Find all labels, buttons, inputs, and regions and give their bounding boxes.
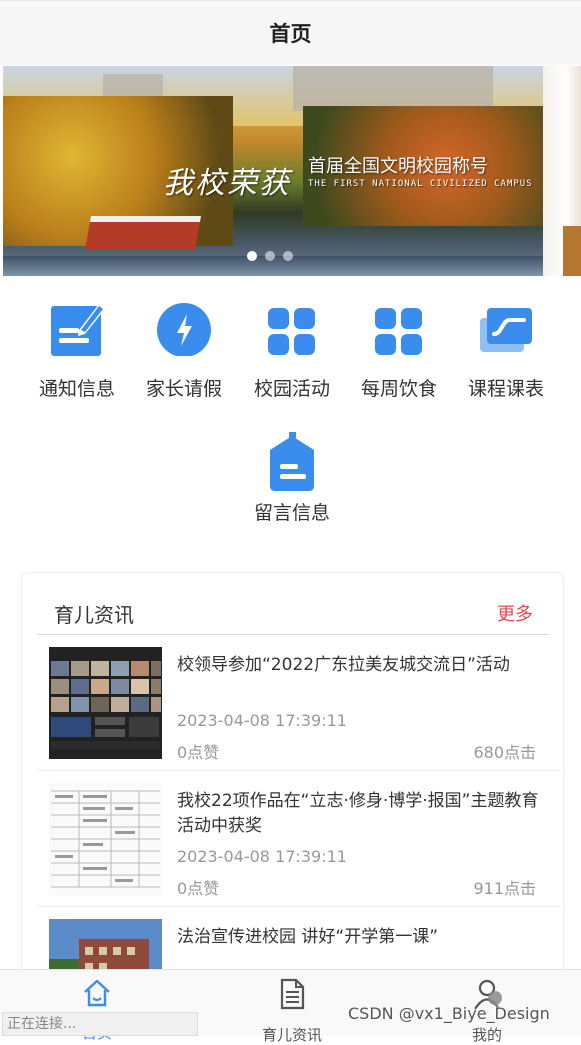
more-link[interactable]: 更多 <box>497 600 533 626</box>
carousel-indicators[interactable] <box>0 251 540 261</box>
news-thumbnail <box>49 783 162 895</box>
news-clicks: 680点击 <box>473 743 536 762</box>
menu-item-leave[interactable]: 家长请假 <box>134 300 234 401</box>
grid-icon <box>371 300 427 356</box>
grid-icon <box>264 300 320 356</box>
section-title: 育儿资讯 <box>54 603 134 627</box>
connection-status: 正在连接... <box>2 1012 198 1036</box>
page-title: 首页 <box>0 0 581 65</box>
menu-item-label: 每周饮食 <box>360 378 437 400</box>
news-thumbnail <box>49 647 162 759</box>
banner-slogan-en: THE FIRST NATIONAL CIVILIZED CAMPUS <box>308 179 533 189</box>
chart-card-icon <box>478 300 534 356</box>
menu-item-messages[interactable]: 留言信息 <box>242 430 342 525</box>
message-tag-icon <box>264 430 320 491</box>
carousel-dot[interactable] <box>265 251 275 261</box>
menu-item-label: 课程课表 <box>467 378 544 400</box>
banner-slogan-sub: 首届全国文明校园称号 <box>308 156 488 177</box>
news-title: 校领导参加“2022广东拉美友城交流日”活动 <box>177 655 510 675</box>
news-date: 2023-04-08 17:39:11 <box>177 711 347 730</box>
banner-building <box>293 66 493 111</box>
news-likes: 0点赞 <box>177 879 220 898</box>
menu-item-schedule[interactable]: 课程课表 <box>456 300 556 401</box>
menu-item-label: 通知信息 <box>38 378 115 400</box>
menu-item-meals[interactable]: 每周饮食 <box>349 300 449 401</box>
banner-pavilion <box>85 216 201 250</box>
news-title: 我校22项作品在“立志·修身·博学·报国”主题教育活动中获奖 <box>177 791 539 836</box>
banner-next-slide-edge <box>543 66 581 276</box>
watermark: CSDN @vx1_Biye_Design <box>348 1004 550 1023</box>
news-title: 法治宣传进校园 讲好“开学第一课” <box>177 927 439 947</box>
carousel-dot[interactable] <box>247 251 257 261</box>
menu-item-label: 家长请假 <box>145 378 222 400</box>
news-likes: 0点赞 <box>177 743 220 762</box>
parenting-news-panel: 育儿资讯 更多 校领导参加“2022广东拉美友城交流日”活动 2023-04-0… <box>21 572 564 1031</box>
news-clicks: 911点击 <box>473 879 536 898</box>
menu-item-activities[interactable]: 校园活动 <box>242 300 342 401</box>
carousel-dot[interactable] <box>283 251 293 261</box>
news-date: 2023-04-08 17:39:11 <box>177 847 347 866</box>
banner-slogan: 我校荣获 <box>163 166 291 201</box>
edit-note-icon <box>49 300 105 356</box>
menu-item-label: 校园活动 <box>253 378 330 400</box>
lightning-icon <box>156 300 212 357</box>
banner-carousel[interactable]: 我校荣获 首届全国文明校园称号 THE FIRST NATIONAL CIVIL… <box>3 66 581 276</box>
menu-item-notice[interactable]: 通知信息 <box>27 300 127 401</box>
news-item[interactable]: 校领导参加“2022广东拉美友城交流日”活动 2023-04-08 17:39:… <box>22 635 563 771</box>
news-item[interactable]: 我校22项作品在“立志·修身·博学·报国”主题教育活动中获奖 2023-04-0… <box>22 771 563 907</box>
document-icon <box>232 978 352 1014</box>
home-icon <box>37 978 157 1012</box>
menu-item-label: 留言信息 <box>253 502 330 524</box>
